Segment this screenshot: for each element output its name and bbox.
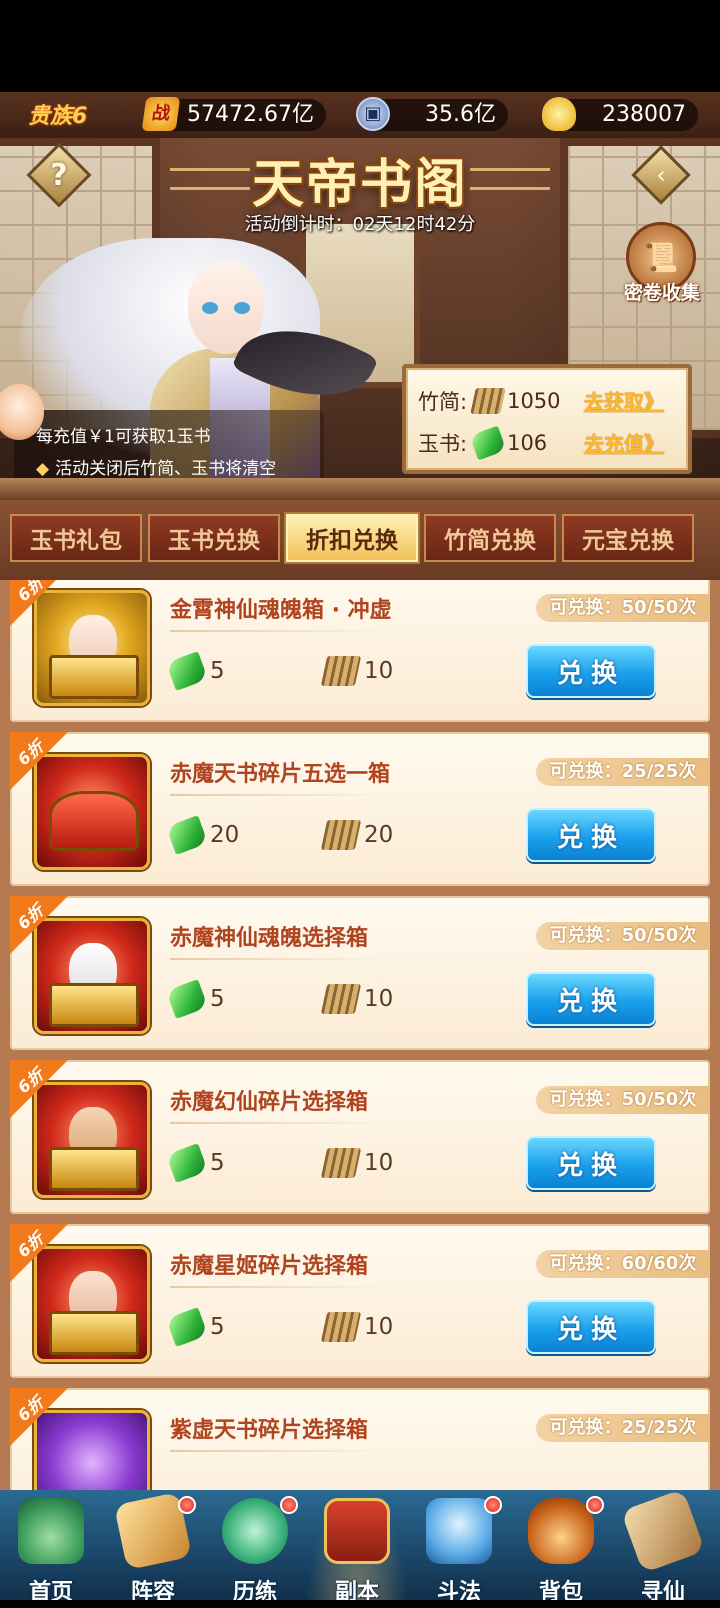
- jade-cost: 5: [165, 979, 225, 1019]
- list-item: 6折 赤魔星姬碎片选择箱 5 10 可兑换：60/60次 兑换: [10, 1224, 710, 1378]
- bamboo-cost: 10: [320, 1312, 393, 1342]
- nav-home[interactable]: 首页: [0, 1490, 102, 1608]
- bamboo-resource: 竹简: 1050: [418, 388, 561, 414]
- get-bamboo-link[interactable]: 去获取》: [584, 386, 664, 415]
- recharge-link[interactable]: 去充值》: [584, 428, 664, 457]
- info-recharge: 每充值￥1可获取1玉书: [36, 427, 211, 447]
- exchange-quota: 可兑换：25/25次: [536, 1414, 710, 1442]
- list-item: 6折 赤魔幻仙碎片选择箱 5 10 可兑换：50/50次 兑换: [10, 1060, 710, 1214]
- item-title: 赤魔神仙魂魄选择箱: [170, 926, 369, 951]
- tab-discount-exchange[interactable]: 折扣兑换: [286, 514, 418, 562]
- notification-dot: [484, 1496, 502, 1514]
- gold-ingot-icon: [542, 97, 576, 131]
- bamboo-cost: 10: [320, 984, 393, 1014]
- tab-bamboo-exchange[interactable]: 竹简兑换: [424, 514, 556, 562]
- item-title: 赤魔幻仙碎片选择箱: [170, 1090, 369, 1115]
- exchange-quota: 可兑换：50/50次: [536, 1086, 710, 1114]
- battle-icon: [426, 1498, 492, 1564]
- vip-level[interactable]: 贵族6: [28, 98, 87, 130]
- bamboo-slip-icon: [320, 1312, 362, 1342]
- nav-seek[interactable]: 寻仙: [612, 1488, 714, 1608]
- list-item: 6折 赤魔天书碎片五选一箱 20 20 可兑换：25/25次 兑换: [10, 732, 710, 886]
- jade-cost: 20: [165, 815, 239, 855]
- jade-book-icon: [165, 1143, 209, 1183]
- collect-scrolls-label[interactable]: 密卷收集: [612, 278, 712, 305]
- info-clear: ◆ 活动关闭后竹简、玉书将清空: [36, 459, 277, 479]
- list-item: 6折 金霄神仙魂魄箱 · 冲虚 5 10 可兑换：50/50次 兑换: [10, 580, 710, 722]
- floor: [0, 478, 720, 500]
- bag-icon: [528, 1498, 594, 1564]
- training-icon: [222, 1498, 288, 1564]
- notification-dot: [178, 1496, 196, 1514]
- jade-resource: 玉书: 106: [418, 425, 547, 461]
- jade-book-icon: [165, 1307, 209, 1347]
- notification-dot: [280, 1496, 298, 1514]
- item-title: 赤魔天书碎片五选一箱: [170, 762, 391, 787]
- item-title: 紫虚天书碎片选择箱: [170, 1418, 369, 1443]
- seek-icon: [620, 1488, 706, 1574]
- bamboo-slip-icon: [320, 820, 362, 850]
- jade-cost: 5: [165, 651, 225, 691]
- exchange-list[interactable]: 6折 金霄神仙魂魄箱 · 冲虚 5 10 可兑换：50/50次 兑换 6折 赤魔…: [0, 580, 720, 1490]
- power-display: 战 57472.67亿: [141, 97, 326, 131]
- event-title: 天帝书阁: [251, 155, 468, 215]
- exchange-button[interactable]: 兑换: [526, 972, 656, 1026]
- gold-value: 238007: [602, 102, 686, 127]
- jade-book-icon: [165, 979, 209, 1019]
- silver-display[interactable]: ▣ 35.6亿: [356, 97, 508, 131]
- power-icon: 战: [141, 97, 181, 131]
- resource-panel: 竹简: 1050 去获取》 玉书: 106 去充值》: [402, 364, 692, 474]
- exchange-button[interactable]: 兑换: [526, 1136, 656, 1190]
- dungeon-icon: [324, 1498, 390, 1564]
- jade-book-icon: [165, 815, 209, 855]
- tab-jade-gift[interactable]: 玉书礼包: [10, 514, 142, 562]
- bamboo-slip-icon: [320, 656, 362, 686]
- item-title: 金霄神仙魂魄箱 · 冲虚: [170, 598, 392, 623]
- exchange-quota: 可兑换：50/50次: [536, 922, 710, 950]
- nav-battle[interactable]: 斗法: [408, 1490, 510, 1608]
- bamboo-slip-icon: [470, 388, 506, 414]
- diamond-bullet-icon: ◆: [36, 459, 50, 479]
- jade-cost: 5: [165, 1307, 225, 1347]
- bamboo-slip-icon: [320, 1148, 362, 1178]
- tab-ingot-exchange[interactable]: 元宝兑换: [562, 514, 694, 562]
- exchange-button[interactable]: 兑换: [526, 808, 656, 862]
- bamboo-slip-icon: [320, 984, 362, 1014]
- nav-training[interactable]: 历练: [204, 1490, 306, 1608]
- list-item: 6折 紫虚天书碎片选择箱 可兑换：25/25次: [10, 1388, 710, 1490]
- item-title: 赤魔星姬碎片选择箱: [170, 1254, 369, 1279]
- jade-cost: 5: [165, 1143, 225, 1183]
- nav-dungeon[interactable]: 副本: [306, 1490, 408, 1608]
- notification-dot: [586, 1496, 604, 1514]
- gold-display[interactable]: 238007: [542, 97, 698, 131]
- question-icon: ?: [50, 157, 68, 193]
- power-value: 57472.67亿: [187, 102, 314, 127]
- event-banner: ? ‹ 天帝书阁 活动倒计时：02天12时42分 📜 密卷收集 每充值￥1可获取…: [0, 138, 720, 500]
- nav-lineup[interactable]: 阵容: [102, 1490, 204, 1608]
- jade-book-icon: [165, 651, 209, 691]
- silver-value: 35.6亿: [425, 102, 496, 127]
- list-item: 6折 赤魔神仙魂魄选择箱 5 10 可兑换：50/50次 兑换: [10, 896, 710, 1050]
- bottom-nav: 首页 阵容 历练 副本 斗法 背包 寻仙: [0, 1488, 720, 1608]
- home-icon: [18, 1498, 84, 1564]
- bamboo-cost: 20: [320, 820, 393, 850]
- tab-bar: 玉书礼包 玉书兑换 折扣兑换 竹简兑换 元宝兑换: [0, 500, 720, 580]
- nav-bag[interactable]: 背包: [510, 1490, 612, 1608]
- exchange-button[interactable]: 兑换: [526, 644, 656, 698]
- back-arrow-icon: ‹: [656, 161, 666, 189]
- bamboo-cost: 10: [320, 656, 393, 686]
- tab-jade-exchange[interactable]: 玉书兑换: [148, 514, 280, 562]
- app-root: 贵族6 战 57472.67亿 ▣ 35.6亿 238007 ? ‹ 天帝书阁 …: [0, 0, 720, 1608]
- currency-bar: 贵族6 战 57472.67亿 ▣ 35.6亿 238007: [0, 92, 720, 138]
- exchange-quota: 可兑换：60/60次: [536, 1250, 710, 1278]
- jade-book-icon: [469, 425, 507, 461]
- exchange-quota: 可兑换：25/25次: [536, 758, 710, 786]
- exchange-quota: 可兑换：50/50次: [536, 594, 710, 622]
- coin-icon: ▣: [356, 97, 390, 131]
- exchange-button[interactable]: 兑换: [526, 1300, 656, 1354]
- bamboo-cost: 10: [320, 1148, 393, 1178]
